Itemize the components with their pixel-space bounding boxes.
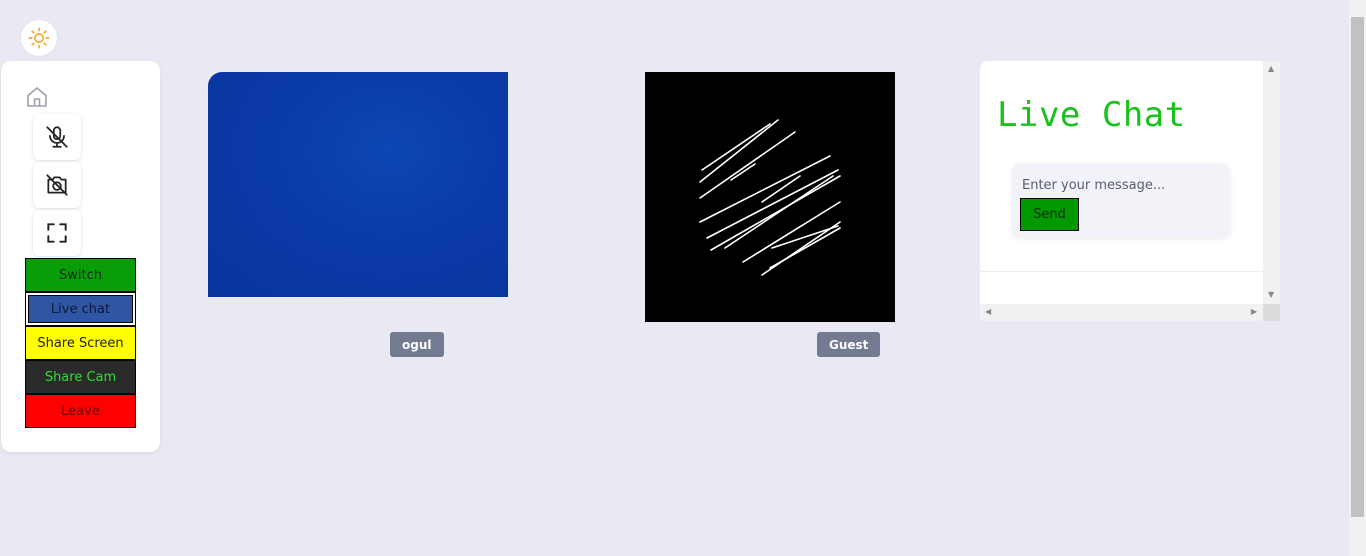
chat-title: Live Chat	[997, 95, 1186, 135]
fullscreen-icon	[47, 223, 67, 243]
share-screen-button[interactable]: Share Screen	[25, 326, 136, 360]
camera-off-icon	[46, 174, 68, 196]
live-chat-button[interactable]: Live chat	[25, 292, 136, 326]
local-participant-name: ogul	[390, 332, 444, 357]
scroll-down-arrow-icon[interactable]: ▼	[1268, 291, 1274, 299]
local-video	[208, 72, 508, 297]
chat-horizontal-scrollbar[interactable]: ◀ ▶	[980, 304, 1263, 321]
scrollbar-corner	[1263, 304, 1280, 321]
share-cam-button[interactable]: Share Cam	[25, 360, 136, 394]
chat-vertical-scrollbar[interactable]: ▲ ▼	[1263, 61, 1280, 304]
camera-off-button[interactable]	[33, 162, 81, 208]
sun-icon	[28, 27, 50, 49]
send-button[interactable]: Send	[1020, 198, 1079, 231]
scroll-up-arrow-icon[interactable]: ▲	[1268, 65, 1274, 73]
theme-toggle-button[interactable]	[21, 20, 57, 56]
mute-mic-button[interactable]	[33, 114, 81, 160]
scroll-left-arrow-icon[interactable]: ◀	[985, 308, 991, 316]
remote-video-placeholder-graphic	[699, 119, 841, 276]
page-vertical-scrollbar[interactable]	[1349, 0, 1366, 556]
page-scroll-thumb[interactable]	[1351, 17, 1364, 517]
leave-button[interactable]: Leave	[25, 394, 136, 428]
home-icon[interactable]	[25, 85, 49, 109]
switch-button[interactable]: Switch	[25, 258, 136, 292]
chat-compose-card: Send	[1012, 163, 1230, 237]
remote-participant-name: Guest	[817, 332, 881, 357]
mic-off-icon	[46, 126, 68, 148]
control-sidebar: Switch Live chat Share Screen Share Cam …	[1, 61, 160, 452]
fullscreen-button[interactable]	[33, 210, 81, 256]
live-chat-panel: Live Chat Send ▲ ▼ ◀ ▶	[980, 61, 1280, 321]
chat-message-input[interactable]	[1020, 173, 1224, 197]
chat-divider	[980, 271, 1263, 272]
remote-video	[645, 72, 895, 322]
scroll-right-arrow-icon[interactable]: ▶	[1251, 308, 1257, 316]
